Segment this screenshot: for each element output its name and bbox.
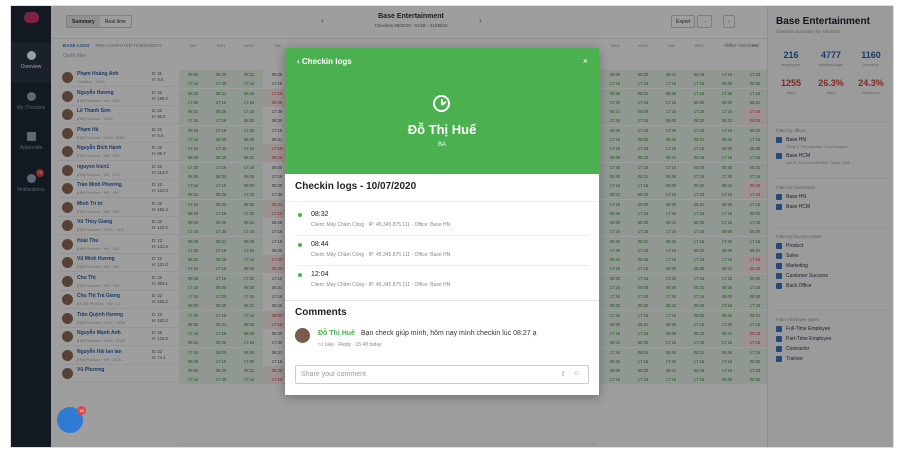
emoji-icon[interactable]: ☺	[573, 370, 580, 377]
close-icon[interactable]: ×	[583, 56, 588, 66]
comment-placeholder: Share your comment	[301, 371, 366, 378]
fab-badge: 18	[77, 406, 86, 415]
status-dot-icon	[298, 213, 302, 217]
employee-name: Đỗ Thị Huế	[407, 122, 477, 137]
employee-role: BA	[437, 142, 446, 148]
comment-author[interactable]: Đỗ Thị Huế	[318, 330, 355, 337]
logs-title: Checkin logs - 10/07/2020	[295, 181, 417, 192]
app-frame: Overview My Checkins Approvals Notificat…	[10, 5, 894, 448]
log-item: 08:44 Client: Máy Chấm Công · IP: 45.345.…	[295, 236, 589, 266]
comment-text: Bạn check giúp mình, hôm nay mình checki…	[361, 330, 537, 337]
comment-meta[interactable]: 👍︎ Like · Reply · 15:48 today	[318, 342, 382, 348]
clock-icon	[433, 95, 450, 112]
comments-title: Comments	[295, 307, 347, 318]
divider	[285, 300, 599, 301]
back-button[interactable]: ‹ Checkin logs	[297, 57, 352, 66]
status-dot-icon	[298, 243, 302, 247]
modal-header: ‹ Checkin logs × Đỗ Thị Huế BA	[285, 48, 599, 174]
like-icon: 👍︎	[318, 342, 324, 348]
comment-input[interactable]: Share your comment ⇧ ☺	[295, 365, 589, 384]
avatar	[295, 328, 310, 343]
log-item: 08:32 Client: Máy Chấm Công · IP: 45.345.…	[295, 206, 589, 236]
horizontal-scrollbar[interactable]	[177, 442, 597, 446]
checkin-logs-modal: ‹ Checkin logs × Đỗ Thị Huế BA Checkin l…	[285, 48, 599, 395]
upload-icon[interactable]: ⇧	[560, 370, 566, 378]
log-item: 12:04 Client: Máy Chấm Công · IP: 45.345.…	[295, 266, 589, 296]
status-dot-icon	[298, 273, 302, 277]
divider	[285, 201, 599, 202]
